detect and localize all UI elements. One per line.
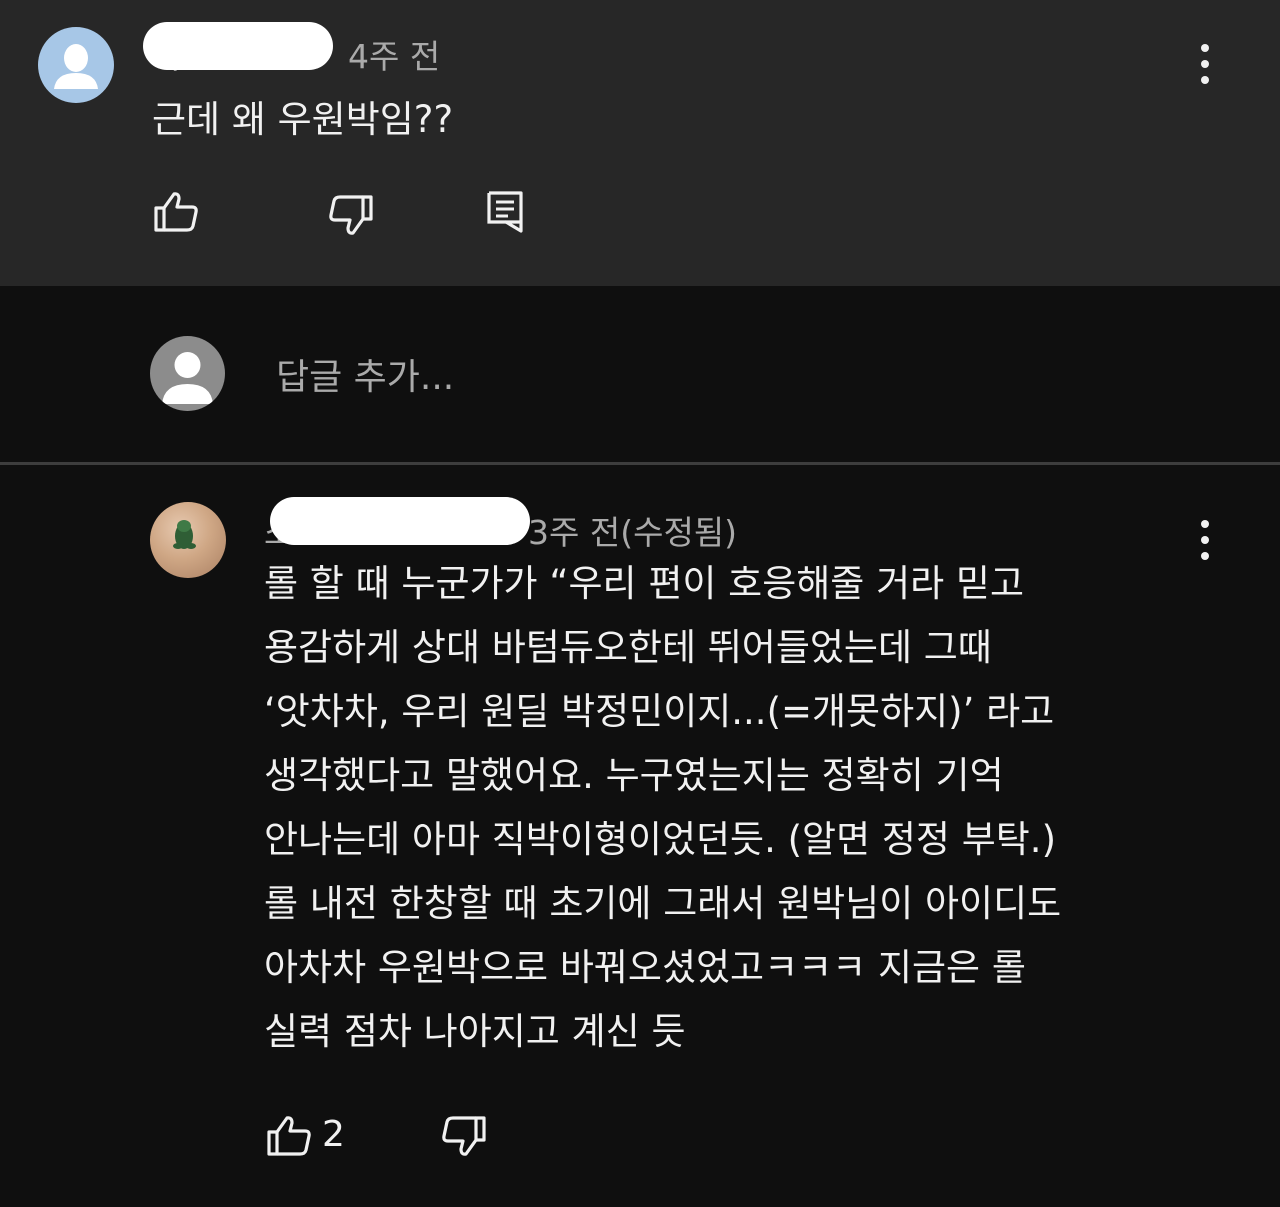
reply-text-line: ‘앗차차, 우리 원딜 박정민이지...(=개못하지)’ 라고 xyxy=(264,690,1055,733)
reply-text-line: 롤 내전 한창할 때 초기에 그래서 원박님이 아이디도 xyxy=(264,882,1062,925)
reply-text-line: 아차차 우원박으로 바꿔오셨었고ㅋㅋㅋ 지금은 롤 xyxy=(264,946,1026,989)
comment-icon[interactable] xyxy=(486,190,524,234)
current-user-avatar xyxy=(150,336,225,411)
thumbs-down-icon[interactable] xyxy=(327,193,375,237)
redaction-mark xyxy=(143,22,333,70)
thumbs-down-icon[interactable] xyxy=(440,1114,488,1158)
reply-text-line: 생각했다고 말했어요. 누구였는지는 정확히 기억 xyxy=(264,754,1004,797)
replier-avatar[interactable] xyxy=(150,502,226,578)
comment-text: 근데 왜 우원박임?? xyxy=(152,98,454,141)
reply-text-line: 롤 할 때 누군가가 “우리 편이 호응해줄 거라 믿고 xyxy=(264,562,1025,605)
reply-time: 3주 전(수정됨) xyxy=(528,513,738,552)
frog-photo-icon xyxy=(173,520,196,549)
divider xyxy=(0,462,1280,465)
thumbs-up-icon[interactable] xyxy=(265,1114,313,1158)
thumbs-up-icon[interactable] xyxy=(152,190,200,234)
person-silhouette-icon xyxy=(162,352,213,404)
like-count: 2 xyxy=(322,1114,345,1155)
more-vert-icon[interactable] xyxy=(1195,520,1215,560)
person-silhouette-icon xyxy=(54,44,98,89)
more-vert-icon[interactable] xyxy=(1195,44,1215,84)
add-reply-input[interactable]: 답글 추가... xyxy=(276,348,454,400)
reply-text-line: 실력 점차 나아지고 계신 듯 xyxy=(264,1010,686,1053)
comment-time: 4주 전 xyxy=(348,37,441,76)
reply-text-line: 용감하게 상대 바텀듀오한테 뛰어들었는데 그때 xyxy=(264,626,992,669)
highlighted-comment: 다 4주 전 근데 왜 우원박임?? xyxy=(0,0,1280,286)
commenter-avatar[interactable] xyxy=(38,27,114,103)
reply-text-line: 안나는데 아마 직박이형이었던듯. (알면 정정 부탁.) xyxy=(264,818,1056,861)
redaction-mark xyxy=(270,497,530,545)
